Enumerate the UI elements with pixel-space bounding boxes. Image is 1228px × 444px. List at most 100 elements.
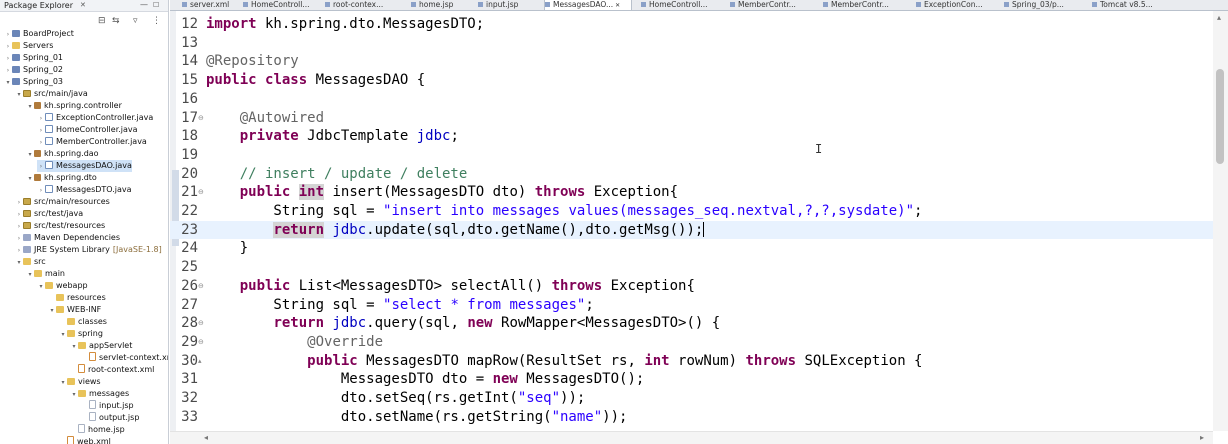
tree-item[interactable]: output.jsp <box>81 412 139 424</box>
code-line[interactable]: 14 @Repository <box>170 52 1213 71</box>
code-line[interactable]: 21 ⊖ public int insert(MessagesDTO dto) t… <box>170 183 1213 202</box>
code-line[interactable]: 12 import kh.spring.dto.MessagesDTO; <box>170 15 1213 34</box>
tree-item[interactable]: web.xml <box>59 436 111 444</box>
chevron-down-icon[interactable]: ▾ <box>59 329 67 341</box>
tree-item[interactable]: › MessagesDTO.java <box>37 184 132 196</box>
tree-item[interactable]: › JRE System Library [JavaSE-1.8] <box>15 244 162 256</box>
chevron-down-icon[interactable]: ▾ <box>15 257 23 269</box>
view-menu-icon[interactable]: ⋮ <box>152 16 161 26</box>
code-line[interactable]: 23 return jdbc.update(sql,dto.getName(),… <box>170 220 1213 240</box>
chevron-down-icon[interactable]: ▾ <box>4 77 12 89</box>
code-line[interactable]: 20 // insert / update / delete <box>170 165 1213 184</box>
code-line[interactable]: 29 ⊖ @Override <box>170 333 1213 352</box>
tree-item[interactable]: ▾ webapp <box>37 280 87 293</box>
chevron-down-icon[interactable]: ▾ <box>48 305 56 317</box>
chevron-down-icon[interactable]: ▾ <box>70 389 78 401</box>
tree-item[interactable]: › Spring_01 <box>4 52 63 64</box>
override-marker-icon[interactable]: ▴ <box>198 352 202 371</box>
code-line[interactable]: 32 dto.setSeq(rs.getInt("seq")); <box>170 389 1213 408</box>
tree-item[interactable]: › MemberController.java <box>37 136 147 148</box>
tree-item[interactable]: input.jsp <box>81 400 134 412</box>
tree-item[interactable]: ▾ src/main/java <box>15 88 87 101</box>
tree-item[interactable]: ▾ WEB-INF <box>48 304 101 316</box>
chevron-down-icon[interactable]: ▾ <box>26 173 34 185</box>
maximize-icon[interactable]: ☐ <box>153 0 159 11</box>
tree-item[interactable]: › HomeController.java <box>37 124 138 136</box>
fold-toggle-icon[interactable]: ⊖ <box>198 183 204 202</box>
code-line[interactable]: 28 ⊖ return jdbc.query(sql, new RowMapper… <box>170 314 1213 333</box>
code-line[interactable]: 13 <box>170 34 1213 53</box>
chevron-down-icon[interactable]: ▾ <box>70 341 78 353</box>
tree-item[interactable]: ▾ views <box>59 376 100 389</box>
code-line[interactable]: 19 <box>170 146 1213 165</box>
close-tab-icon[interactable]: ✕ <box>613 2 620 9</box>
code-line[interactable]: 31 MessagesDTO dto = new MessagesDTO(); <box>170 370 1213 389</box>
code-line[interactable]: 17 ⊖ @Autowired <box>170 109 1213 128</box>
chevron-down-icon[interactable]: ▾ <box>15 89 23 101</box>
tree-item[interactable]: ▾ messages <box>70 388 129 400</box>
tree-item[interactable]: ▾ appServlet <box>70 340 132 352</box>
tree-item[interactable]: ▾ main <box>26 268 65 280</box>
tree-item[interactable]: home.jsp <box>70 424 125 436</box>
chevron-down-icon[interactable]: ▾ <box>37 281 45 293</box>
tree-item[interactable]: ▾ Spring_03 <box>4 76 63 88</box>
editor-tab[interactable]: HomeControll... <box>641 0 719 10</box>
chevron-down-icon[interactable]: ▾ <box>26 101 34 113</box>
tree-item[interactable]: root-context.xml <box>70 364 154 376</box>
editor-tab[interactable]: Spring_03/p... <box>1004 0 1082 10</box>
code-line[interactable]: 22 String sql = "insert into messages va… <box>170 202 1213 221</box>
code-line[interactable]: 30 ▴ public MessagesDTO mapRow(ResultSet … <box>170 352 1213 371</box>
tree-item[interactable]: ▾ kh.spring.dao <box>26 148 98 161</box>
tree-item[interactable]: › src/test/resources <box>15 220 105 232</box>
tree-item[interactable]: › Maven Dependencies <box>15 232 120 244</box>
code-editor[interactable]: 12 import kh.spring.dto.MessagesDTO; 13 14 @… <box>170 11 1228 444</box>
fold-toggle-icon[interactable]: ⊖ <box>198 314 204 333</box>
vertical-scrollbar[interactable]: ▴ <box>1213 11 1228 431</box>
code-line[interactable]: 16 <box>170 90 1213 109</box>
editor-tab[interactable]: MemberContr... <box>823 0 901 10</box>
editor-tab[interactable]: Tomcat v8.5... <box>1092 0 1170 10</box>
tree-item[interactable]: › src/main/resources <box>15 196 110 208</box>
tree-item[interactable]: classes <box>59 316 107 328</box>
collapse-all-icon[interactable]: ⊟ <box>98 16 106 26</box>
link-with-editor-icon[interactable]: ⇆ <box>112 16 120 26</box>
chevron-down-icon[interactable]: ▾ <box>59 377 67 389</box>
tree-item[interactable]: › src/test/java <box>15 208 83 220</box>
tree-item[interactable]: ▾ src <box>15 256 45 269</box>
chevron-down-icon[interactable]: ▾ <box>26 149 34 161</box>
code-line[interactable]: 18 private JdbcTemplate jdbc; <box>170 127 1213 146</box>
code-line[interactable]: 25 <box>170 258 1213 277</box>
fold-toggle-icon[interactable]: ⊖ <box>198 277 204 296</box>
editor-tab[interactable]: ExceptionCon... <box>916 0 994 10</box>
tree-item[interactable]: ▾ spring <box>59 328 102 341</box>
tree-item[interactable]: › BoardProject <box>4 28 74 40</box>
tree-item[interactable]: › ExceptionController.java <box>37 112 153 124</box>
chevron-down-icon[interactable]: ▾ <box>26 269 34 281</box>
tree-item[interactable]: › Spring_02 <box>4 64 63 76</box>
horizontal-scrollbar[interactable]: ◂ ▸ <box>170 431 1213 444</box>
tree-item[interactable]: resources <box>48 292 106 304</box>
code-line[interactable]: 27 String sql = "select * from messages"… <box>170 296 1213 315</box>
code-line[interactable]: 15 public class MessagesDAO { <box>170 71 1213 90</box>
editor-tab[interactable]: root-contex... <box>325 0 403 10</box>
code-line[interactable]: 26 ⊖ public List<MessagesDTO> selectAll()… <box>170 277 1213 296</box>
minimize-icon[interactable]: — <box>140 0 148 10</box>
scroll-left-arrow-icon[interactable]: ◂ <box>204 433 208 442</box>
tree-item[interactable]: servlet-context.xml <box>81 352 168 364</box>
vertical-scroll-thumb[interactable] <box>1216 69 1224 164</box>
editor-tab[interactable]: MessagesDAO... ✕ <box>544 0 632 10</box>
code-line[interactable]: 33 dto.setName(rs.getString("name")); <box>170 408 1213 427</box>
scroll-right-arrow-icon[interactable]: ▸ <box>1200 433 1204 442</box>
close-icon[interactable]: ✕ <box>80 0 86 11</box>
editor-tab[interactable]: MemberContr... <box>730 0 808 10</box>
tree-item[interactable]: ▾ kh.spring.dto <box>26 172 96 185</box>
tree-item[interactable]: ▾ kh.spring.controller <box>26 100 121 113</box>
tree-item[interactable]: › Servers <box>4 40 54 52</box>
editor-tab[interactable]: HomeControll... <box>243 0 321 10</box>
fold-toggle-icon[interactable]: ⊖ <box>198 109 204 128</box>
tree-item[interactable]: › MessagesDAO.java <box>37 160 132 172</box>
code-line[interactable]: 24 } <box>170 239 1213 258</box>
scroll-up-arrow-icon[interactable]: ▴ <box>1217 13 1221 22</box>
filter-icon[interactable]: ▿ <box>133 16 138 26</box>
fold-toggle-icon[interactable]: ⊖ <box>198 333 204 352</box>
